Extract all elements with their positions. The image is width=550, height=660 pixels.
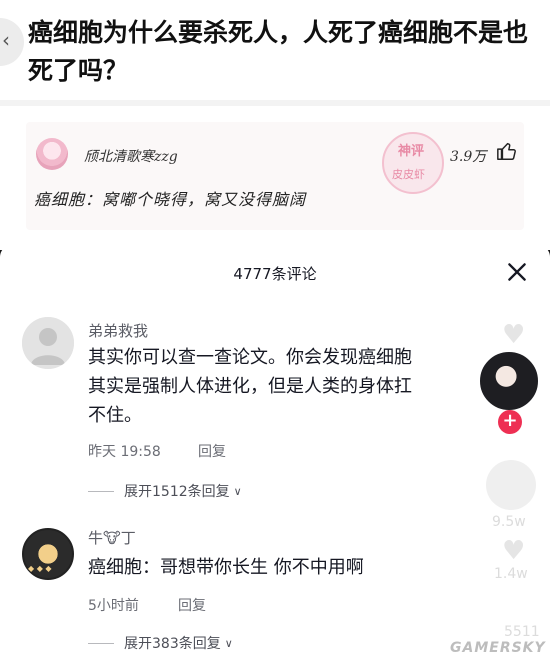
plus-icon[interactable]: + xyxy=(498,410,522,434)
comment-timestamp: 昨天 19:58 xyxy=(88,444,161,460)
heart-icon[interactable]: ♥ xyxy=(502,536,525,566)
heart-icon[interactable]: ♥ xyxy=(502,320,525,350)
question-card: ‹ 癌细胞为什么要杀死人，人死了癌细胞不是也死了吗？ 颀北清歌寒zzg 神评 皮… xyxy=(0,0,550,250)
back-icon: ‹ xyxy=(2,28,10,52)
comment-line: 不住。 xyxy=(88,405,142,426)
answer-text: 癌细胞：窝嘟个晓得，窝又没得脑阔 xyxy=(34,190,307,209)
expand-replies-label: 展开383条回复 xyxy=(124,636,221,652)
chevron-down-icon: ∨ xyxy=(233,484,242,498)
expand-replies-button[interactable]: 展开1512条回复 ∨ xyxy=(88,481,242,501)
answer-card[interactable]: 颀北清歌寒zzg 神评 皮皮虾 3.9万 癌细胞：窝嘟个晓得，窝又没得脑阔 xyxy=(26,122,524,230)
divider xyxy=(0,100,550,106)
back-button[interactable]: ‹ xyxy=(0,18,24,66)
avatar[interactable]: ◆ ◆ ◆ xyxy=(22,528,74,580)
avatar-art: ◆ ◆ ◆ xyxy=(28,564,52,573)
answer-username[interactable]: 颀北清歌寒zzg xyxy=(84,146,178,166)
extra-count: 5511 xyxy=(504,624,540,640)
reply-button[interactable]: 回复 xyxy=(178,595,206,615)
share-circle[interactable] xyxy=(486,460,536,510)
comment-timestamp: 5小时前 xyxy=(88,598,139,614)
comment-line: 其实你可以查一查论文。你会发现癌细胞 xyxy=(88,347,412,368)
chevron-down-icon: ∨ xyxy=(224,636,233,650)
answer-like-count: 3.9万 xyxy=(450,149,487,165)
divider xyxy=(88,642,114,644)
comment-count: 1.4w xyxy=(494,566,528,582)
stamp-bottom-text: 皮皮虾 xyxy=(392,168,425,181)
divider xyxy=(88,490,114,492)
avatar[interactable] xyxy=(22,317,74,369)
watermark-logo: GAMERSKY xyxy=(450,640,546,656)
comment-author[interactable]: 牛🐮丁 xyxy=(88,527,136,548)
reply-button[interactable]: 回复 xyxy=(198,441,226,461)
expand-replies-button[interactable]: 展开383条回复 ∨ xyxy=(88,633,233,653)
close-icon[interactable] xyxy=(504,259,530,285)
stamp-top-text: 神评 xyxy=(398,144,425,159)
comment-line: 其实是强制人体进化，但是人类的身体扛 xyxy=(88,376,412,397)
stamp-badge: 神评 皮皮虾 xyxy=(382,132,444,194)
expand-replies-label: 展开1512条回复 xyxy=(124,484,230,500)
thumbs-up-icon[interactable] xyxy=(496,140,518,162)
author-avatar[interactable] xyxy=(478,350,540,412)
comments-count-title: 4777条评论 xyxy=(233,265,317,283)
comment-author[interactable]: 弟弟救我 xyxy=(88,320,148,341)
comments-sheet: 4777条评论 弟弟救我 其实你可以查一查论文。你会发现癌细胞 其实是强制人体进… xyxy=(0,245,550,660)
answer-avatar[interactable] xyxy=(36,138,68,170)
comment-line: 癌细胞：哥想带你长生 你不中用啊 xyxy=(88,557,364,578)
default-user-icon xyxy=(22,317,74,369)
question-title: 癌细胞为什么要杀死人，人死了癌细胞不是也死了吗？ xyxy=(28,18,529,85)
share-count: 9.5w xyxy=(492,514,526,530)
